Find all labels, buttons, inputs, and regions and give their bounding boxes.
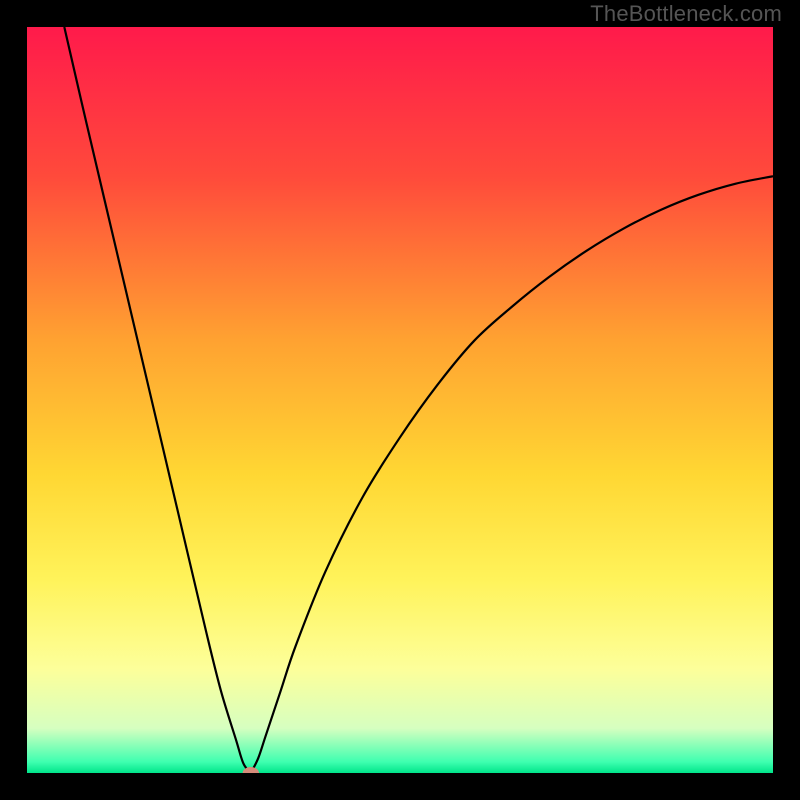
bottleneck-curve-chart [27, 27, 773, 773]
watermark-text: TheBottleneck.com [590, 1, 782, 27]
chart-frame: TheBottleneck.com [0, 0, 800, 800]
plot-background [27, 27, 773, 773]
